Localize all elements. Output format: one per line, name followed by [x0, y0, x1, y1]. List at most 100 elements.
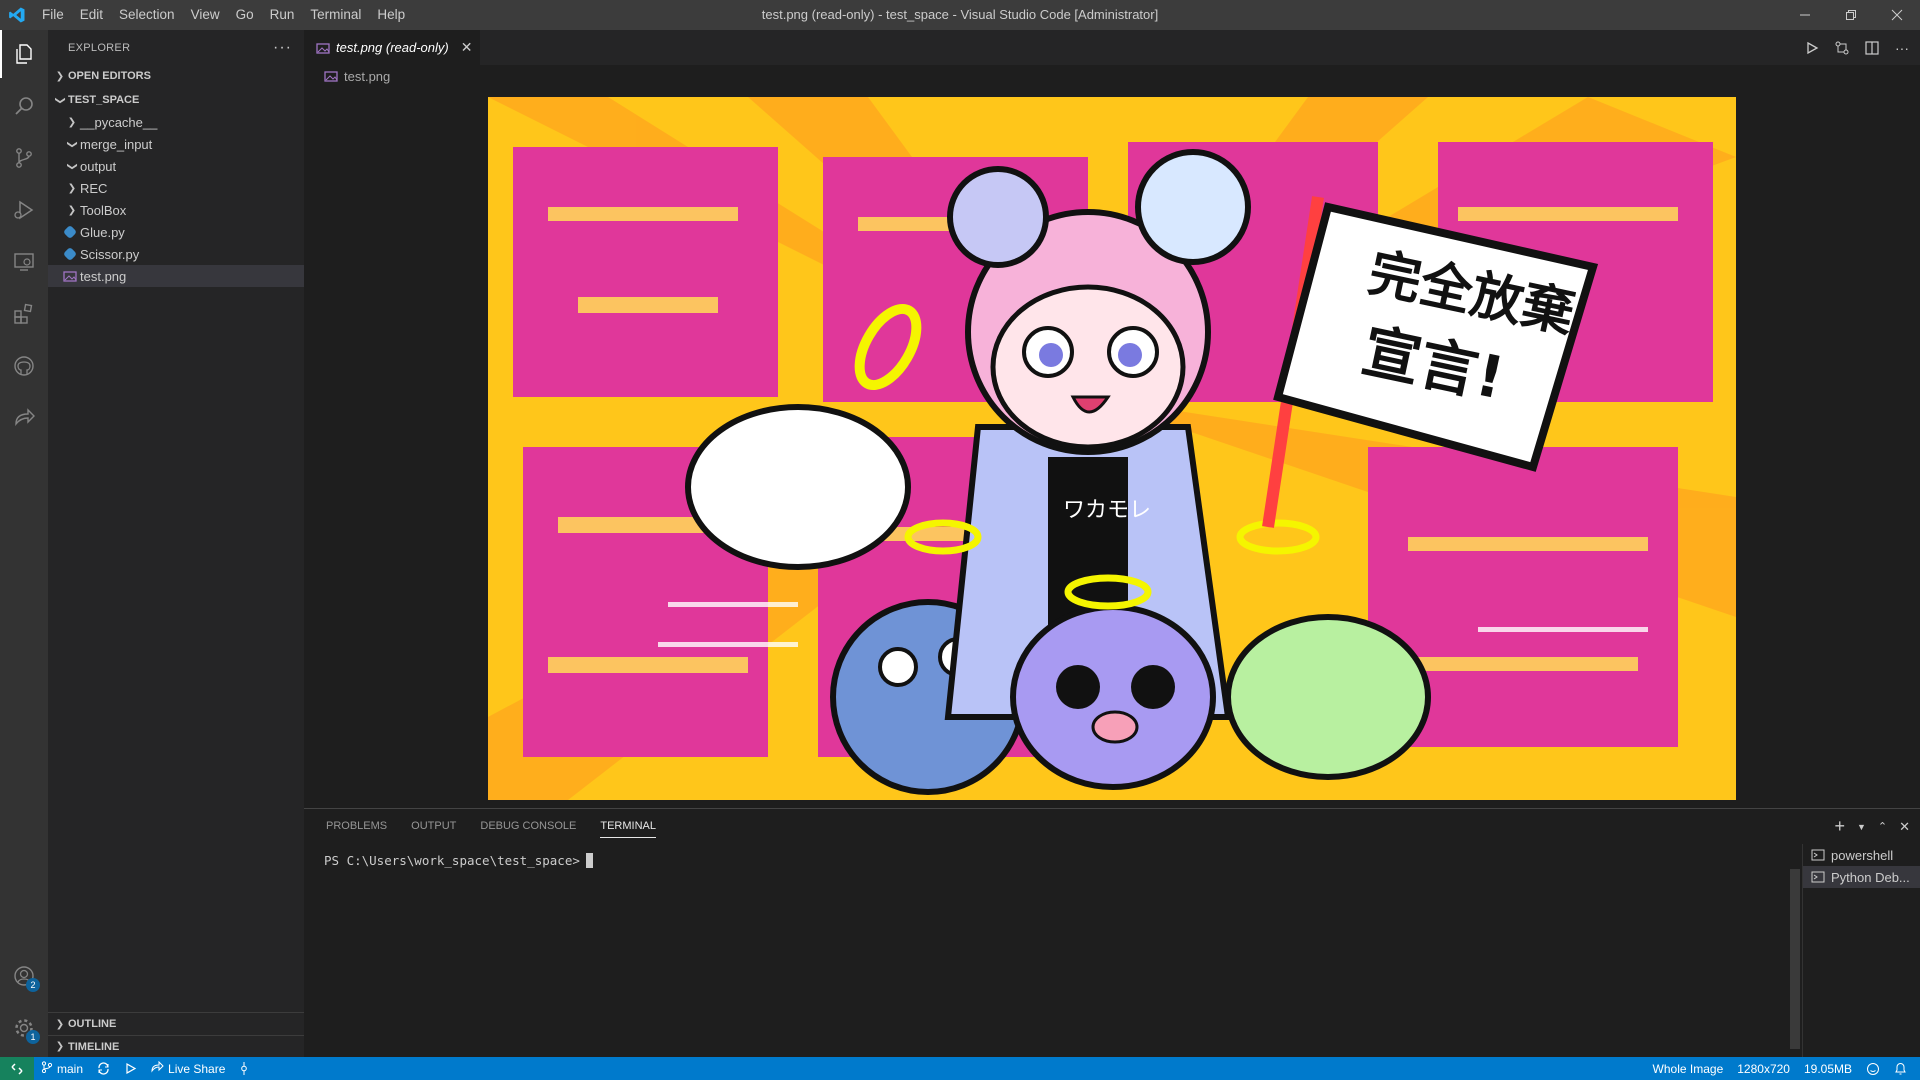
editor-area: test.png (read-only) ✕ ··· test.png ワカモレ…	[304, 30, 1920, 808]
github-icon[interactable]	[0, 342, 48, 390]
live-share-label: Live Share	[168, 1061, 226, 1076]
extensions-icon[interactable]	[0, 290, 48, 338]
outline-section[interactable]: ❯ OUTLINE	[48, 1013, 304, 1035]
run-icon[interactable]	[1802, 41, 1822, 55]
sync-icon[interactable]	[90, 1062, 117, 1075]
terminal-scrollbar[interactable]	[1790, 869, 1800, 1049]
terminal-output[interactable]: PS C:\Users\work_space\test_space>	[324, 853, 593, 868]
menu-selection[interactable]: Selection	[111, 0, 183, 30]
tree-file-scissor-py[interactable]: Scissor.py	[48, 243, 304, 265]
close-panel-icon[interactable]: ✕	[1899, 819, 1910, 835]
settings-gear-icon[interactable]: 1	[0, 1004, 48, 1052]
terminal-item-powershell[interactable]: powershell	[1803, 844, 1920, 866]
status-bar: main Live Share Whole Image 1280x720 19.…	[0, 1057, 1920, 1080]
restore-icon[interactable]	[1828, 0, 1874, 30]
menu-file[interactable]: File	[34, 0, 72, 30]
terminal-item-python-debug[interactable]: Python Deb...	[1803, 866, 1920, 888]
live-share-icon[interactable]	[0, 394, 48, 442]
tab-problems[interactable]: PROBLEMS	[314, 809, 399, 844]
explorer-icon[interactable]	[0, 30, 48, 78]
image-file-icon	[316, 42, 330, 54]
split-editor-icon[interactable]	[1862, 40, 1882, 56]
terminal-icon	[1811, 871, 1825, 883]
search-icon[interactable]	[0, 82, 48, 130]
tree-folder-pycache[interactable]: ❯ __pycache__	[48, 111, 304, 133]
terminal-prompt: PS C:\Users\work_space\test_space>	[324, 853, 580, 868]
tree-file-test-png[interactable]: test.png	[48, 265, 304, 287]
remote-indicator-icon[interactable]	[0, 1057, 34, 1080]
image-preview[interactable]: ワカモレ 完全放棄 宣言!	[488, 97, 1736, 800]
tab-test-png[interactable]: test.png (read-only) ✕	[304, 30, 481, 65]
tree-item-label: test.png	[80, 268, 127, 284]
tree-file-glue-py[interactable]: Glue.py	[48, 221, 304, 243]
terminal-item-label: Python Deb...	[1831, 869, 1910, 885]
commit-icon[interactable]	[232, 1062, 256, 1075]
live-share-status[interactable]: Live Share	[144, 1060, 232, 1076]
maximize-panel-icon[interactable]: ⌃	[1878, 820, 1887, 833]
tree-folder-toolbox[interactable]: ❯ ToolBox	[48, 199, 304, 221]
workspace-section[interactable]: ❯ TEST_SPACE	[48, 89, 304, 111]
image-file-icon	[324, 70, 338, 82]
chevron-right-icon: ❯	[55, 70, 65, 82]
menu-terminal[interactable]: Terminal	[302, 0, 369, 30]
tab-debug-console[interactable]: DEBUG CONSOLE	[468, 809, 588, 844]
feedback-icon[interactable]	[1859, 1062, 1887, 1076]
bottom-panel: PROBLEMS OUTPUT DEBUG CONSOLE TERMINAL +…	[304, 808, 1920, 1058]
tab-terminal[interactable]: TERMINAL	[588, 809, 668, 844]
tree-item-label: REC	[80, 180, 108, 196]
run-debug-icon[interactable]	[0, 186, 48, 234]
menu-bar: File Edit Selection View Go Run Terminal…	[34, 0, 413, 30]
python-file-icon	[62, 226, 78, 238]
chevron-right-icon: ❯	[67, 116, 77, 128]
tree-item-label: Scissor.py	[80, 246, 140, 262]
open-changes-icon[interactable]	[1832, 40, 1852, 56]
git-branch-icon	[41, 1061, 53, 1076]
breadcrumb: test.png	[304, 65, 1920, 87]
tree-item-label: ToolBox	[80, 202, 127, 218]
tree-item-label: Glue.py	[80, 224, 125, 240]
tab-output[interactable]: OUTPUT	[399, 809, 468, 844]
explorer-title: EXPLORER	[68, 41, 131, 54]
explorer-header: EXPLORER ···	[48, 30, 304, 65]
chevron-down-icon: ❯	[54, 95, 66, 105]
anime-illustration: ワカモレ 完全放棄 宣言!	[488, 97, 1736, 800]
menu-go[interactable]: Go	[228, 0, 262, 30]
tree-item-label: merge_input	[80, 136, 153, 152]
tree-folder-rec[interactable]: ❯ REC	[48, 177, 304, 199]
panel-actions: + ▼ ⌃ ✕	[1834, 809, 1910, 844]
close-tab-icon[interactable]: ✕	[461, 39, 473, 56]
panel-tabs: PROBLEMS OUTPUT DEBUG CONSOLE TERMINAL	[304, 809, 1920, 844]
editor-tab-bar: test.png (read-only) ✕ ···	[304, 30, 1920, 65]
tree-folder-output[interactable]: ❯ output	[48, 155, 304, 177]
more-actions-icon[interactable]: ···	[273, 39, 292, 57]
branch-indicator[interactable]: main	[34, 1061, 90, 1076]
remote-explorer-icon[interactable]	[0, 238, 48, 286]
more-actions-icon[interactable]: ···	[1892, 40, 1912, 56]
image-file-icon	[62, 270, 78, 282]
debug-launch-icon[interactable]	[117, 1062, 144, 1075]
source-control-icon[interactable]	[0, 134, 48, 182]
image-mode[interactable]: Whole Image	[1646, 1062, 1731, 1076]
breadcrumb-file[interactable]: test.png	[344, 69, 390, 84]
open-editors-section[interactable]: ❯ OPEN EDITORS	[48, 65, 304, 87]
title-bar: File Edit Selection View Go Run Terminal…	[0, 0, 1920, 30]
accounts-badge: 2	[26, 978, 40, 992]
timeline-section[interactable]: ❯ TIMELINE	[48, 1035, 304, 1057]
chevron-down-icon: ❯	[66, 161, 78, 171]
close-window-icon[interactable]	[1874, 0, 1920, 30]
minimize-icon[interactable]	[1782, 0, 1828, 30]
new-terminal-icon[interactable]: +	[1834, 816, 1845, 837]
menu-help[interactable]: Help	[369, 0, 413, 30]
tree-folder-merge-input[interactable]: ❯ merge_input	[48, 133, 304, 155]
accounts-icon[interactable]: 2	[0, 952, 48, 1000]
menu-run[interactable]: Run	[262, 0, 303, 30]
vscode-logo-icon	[0, 0, 34, 30]
terminal-cursor	[585, 853, 593, 868]
terminal-item-label: powershell	[1831, 847, 1894, 863]
notifications-bell-icon[interactable]	[1887, 1062, 1914, 1076]
menu-edit[interactable]: Edit	[72, 0, 111, 30]
chevron-right-icon: ❯	[67, 204, 77, 216]
menu-view[interactable]: View	[183, 0, 228, 30]
tab-label: test.png (read-only)	[336, 40, 449, 55]
chevron-down-icon[interactable]: ▼	[1857, 822, 1866, 832]
